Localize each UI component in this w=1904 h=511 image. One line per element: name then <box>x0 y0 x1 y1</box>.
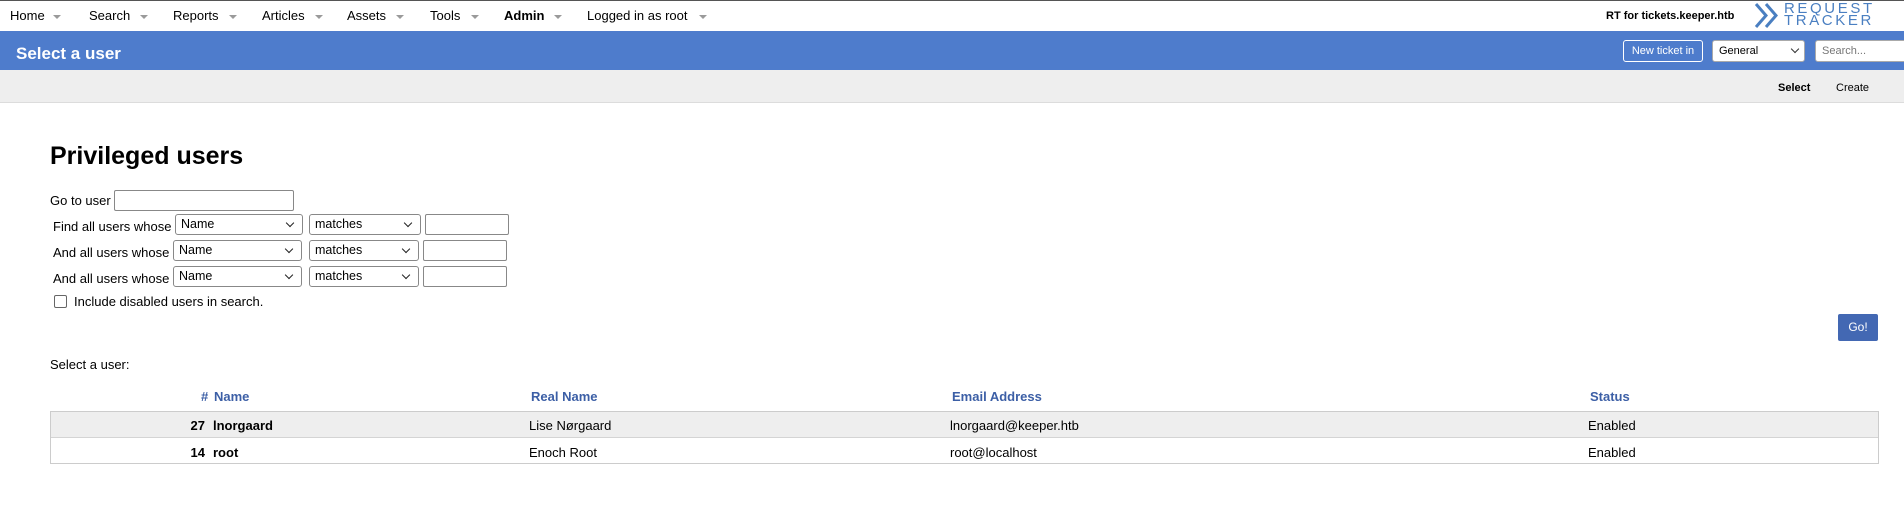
chevron-down-icon[interactable] <box>229 15 237 19</box>
chevron-down-icon <box>1790 44 1800 54</box>
user-status: Enabled <box>1588 418 1636 433</box>
criteria-field-select[interactable]: Name <box>175 214 303 235</box>
select-user-label: Select a user: <box>50 357 130 372</box>
criteria-op-value: matches <box>315 217 363 231</box>
section-heading: Privileged users <box>50 142 244 170</box>
user-name-link[interactable]: lnorgaard <box>213 418 273 433</box>
goto-user-input[interactable] <box>114 190 294 211</box>
chevron-down-icon[interactable] <box>53 15 61 19</box>
criteria-op-value: matches <box>315 243 363 257</box>
column-header-real-name[interactable]: Real Name <box>531 389 597 404</box>
menu-assets[interactable]: Assets <box>347 8 386 23</box>
menu-articles[interactable]: Articles <box>262 8 305 23</box>
user-real-name: Lise Nørgaard <box>529 418 612 433</box>
criteria-op-select[interactable]: matches <box>309 266 419 287</box>
column-header-id[interactable]: # <box>201 389 208 404</box>
chevron-down-icon <box>284 244 294 254</box>
criteria-label: And all users whose <box>53 245 170 260</box>
chevron-down-icon <box>284 270 294 280</box>
user-status: Enabled <box>1588 445 1636 460</box>
page-header: Select a user New ticket in General Sear… <box>0 31 1904 70</box>
criteria-op-select[interactable]: matches <box>309 240 419 261</box>
chevron-down-icon <box>401 270 411 280</box>
column-header-name[interactable]: Name <box>214 389 249 404</box>
menu-logged-in[interactable]: Logged in as root <box>587 8 687 23</box>
criteria-field-select[interactable]: Name <box>173 266 302 287</box>
search-input[interactable]: Search... <box>1815 40 1904 62</box>
user-id-link[interactable]: 14 <box>165 445 205 460</box>
page-title: Select a user <box>16 44 121 63</box>
include-disabled-label[interactable]: Include disabled users in search. <box>74 294 263 309</box>
chevron-down-icon <box>403 218 413 228</box>
criteria-field-value: Name <box>179 269 213 283</box>
criteria-value-input[interactable] <box>425 214 509 235</box>
queue-select-value: General <box>1719 45 1759 57</box>
site-name: RT for tickets.keeper.htb <box>1606 10 1735 22</box>
chevron-down-icon <box>401 244 411 254</box>
criteria-value-input[interactable] <box>423 240 507 261</box>
queue-select[interactable]: General <box>1712 40 1805 62</box>
chevron-down-icon[interactable] <box>471 15 479 19</box>
top-menu-bar: Home Search Reports Articles Assets Tool… <box>0 0 1904 31</box>
user-name-link[interactable]: root <box>213 445 238 460</box>
chevron-down-icon <box>285 218 295 228</box>
chevron-down-icon[interactable] <box>554 15 562 19</box>
column-header-email[interactable]: Email Address <box>952 389 1042 404</box>
criteria-field-select[interactable]: Name <box>173 240 302 261</box>
tab-create[interactable]: Create <box>1836 82 1869 94</box>
logo-chevron-icon <box>1754 3 1778 28</box>
go-button[interactable]: Go! <box>1838 314 1878 341</box>
page-tabs: Select Create <box>0 70 1904 103</box>
table-row: 27 lnorgaard Lise Nørgaard lnorgaard@kee… <box>51 412 1878 438</box>
tab-select[interactable]: Select <box>1778 82 1810 94</box>
column-header-status[interactable]: Status <box>1590 389 1630 404</box>
criteria-label: Find all users whose <box>53 219 172 234</box>
logo-text-tracker: TRACKER <box>1784 12 1874 29</box>
chevron-down-icon[interactable] <box>396 15 404 19</box>
criteria-op-value: matches <box>315 269 363 283</box>
chevron-down-icon[interactable] <box>315 15 323 19</box>
users-table: 27 lnorgaard Lise Nørgaard lnorgaard@kee… <box>50 411 1879 464</box>
menu-search[interactable]: Search <box>89 8 130 23</box>
user-id-link[interactable]: 27 <box>165 418 205 433</box>
request-tracker-logo[interactable]: REQUEST TRACKER <box>1754 1 1904 30</box>
goto-user-label: Go to user <box>50 193 111 208</box>
user-email: root@localhost <box>950 445 1037 460</box>
menu-admin[interactable]: Admin <box>504 8 544 23</box>
criteria-field-value: Name <box>181 217 215 231</box>
include-disabled-checkbox[interactable] <box>54 295 67 308</box>
criteria-op-select[interactable]: matches <box>309 214 421 235</box>
table-row: 14 root Enoch Root root@localhost Enable… <box>51 439 1878 465</box>
user-email: lnorgaard@keeper.htb <box>950 418 1079 433</box>
criteria-label: And all users whose <box>53 271 170 286</box>
new-ticket-button[interactable]: New ticket in <box>1623 40 1703 62</box>
menu-home[interactable]: Home <box>10 8 45 23</box>
chevron-down-icon[interactable] <box>699 15 707 19</box>
criteria-value-input[interactable] <box>423 266 507 287</box>
menu-tools[interactable]: Tools <box>430 8 460 23</box>
criteria-field-value: Name <box>179 243 213 257</box>
menu-reports[interactable]: Reports <box>173 8 219 23</box>
user-real-name: Enoch Root <box>529 445 597 460</box>
chevron-down-icon[interactable] <box>140 15 148 19</box>
